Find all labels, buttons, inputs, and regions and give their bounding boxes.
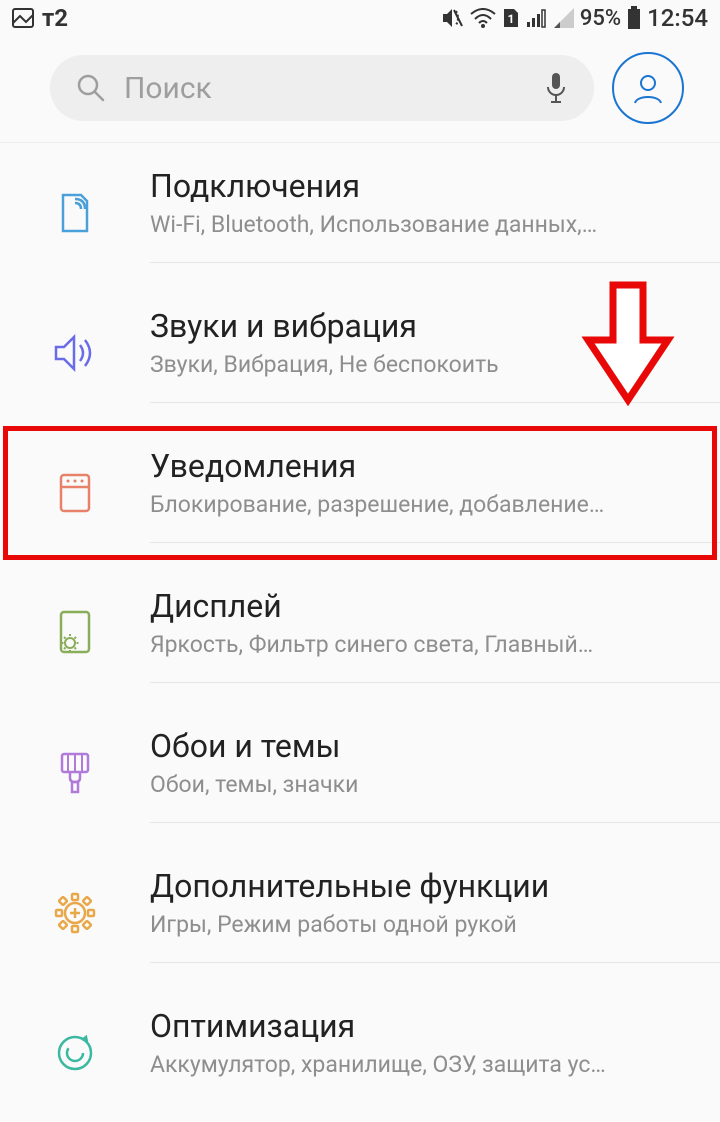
mic-icon[interactable] [544, 71, 568, 105]
signal2-icon [554, 8, 574, 28]
sim-icon: 1 [502, 7, 520, 29]
item-display[interactable]: Дисплей Яркость, Фильтр синего света, Гл… [0, 563, 720, 703]
item-title: Дополнительные функции [150, 867, 690, 905]
notifications-icon [55, 471, 95, 515]
connections-icon [55, 189, 95, 237]
item-advanced[interactable]: Дополнительные функции Игры, Режим работ… [0, 843, 720, 983]
item-connections[interactable]: Подключения Wi-Fi, Bluetooth, Использова… [0, 143, 720, 283]
carrier-label: т2 [42, 4, 68, 32]
item-title: Уведомления [150, 447, 690, 485]
brush-icon [56, 750, 94, 796]
clock: 12:54 [647, 4, 708, 32]
item-sub: Обои, темы, значки [150, 771, 690, 798]
item-sub: Блокирование, разрешение, добавление… [150, 491, 690, 518]
profile-icon [630, 70, 666, 106]
arrow-annotation-icon [578, 280, 678, 410]
item-notifications[interactable]: Уведомления Блокирование, разрешение, до… [0, 423, 720, 563]
search-row: Поиск [0, 36, 720, 143]
item-sub: Яркость, Фильтр синего света, Главный… [150, 631, 690, 658]
mute-icon [440, 7, 464, 29]
profile-button[interactable] [612, 52, 684, 124]
sound-icon [52, 333, 98, 373]
item-title: Дисплей [150, 587, 690, 625]
signal1-icon [526, 8, 548, 28]
item-sub: Аккумулятор, хранилище, ОЗУ, защита ус… [150, 1051, 690, 1078]
search-icon [76, 73, 106, 103]
item-wallpapers[interactable]: Обои и темы Обои, темы, значки [0, 703, 720, 843]
wifi-icon [470, 8, 496, 28]
battery-pct: 95% [580, 6, 621, 31]
item-optimization[interactable]: Оптимизация Аккумулятор, хранилище, ОЗУ,… [0, 983, 720, 1122]
battery-icon [627, 6, 641, 30]
image-icon [12, 8, 34, 28]
optimize-icon [54, 1032, 96, 1074]
item-title: Подключения [150, 167, 690, 205]
display-icon [55, 609, 95, 657]
item-sub: Wi-Fi, Bluetooth, Использование данных,… [150, 211, 690, 238]
search-bar[interactable]: Поиск [50, 55, 594, 121]
status-bar: т2 1 95% 12:54 [0, 0, 720, 36]
item-title: Обои и темы [150, 727, 690, 765]
svg-text:1: 1 [507, 12, 514, 26]
gear-plus-icon [53, 891, 97, 935]
item-sub: Игры, Режим работы одной рукой [150, 911, 690, 938]
search-placeholder: Поиск [124, 71, 526, 106]
item-title: Оптимизация [150, 1007, 690, 1045]
